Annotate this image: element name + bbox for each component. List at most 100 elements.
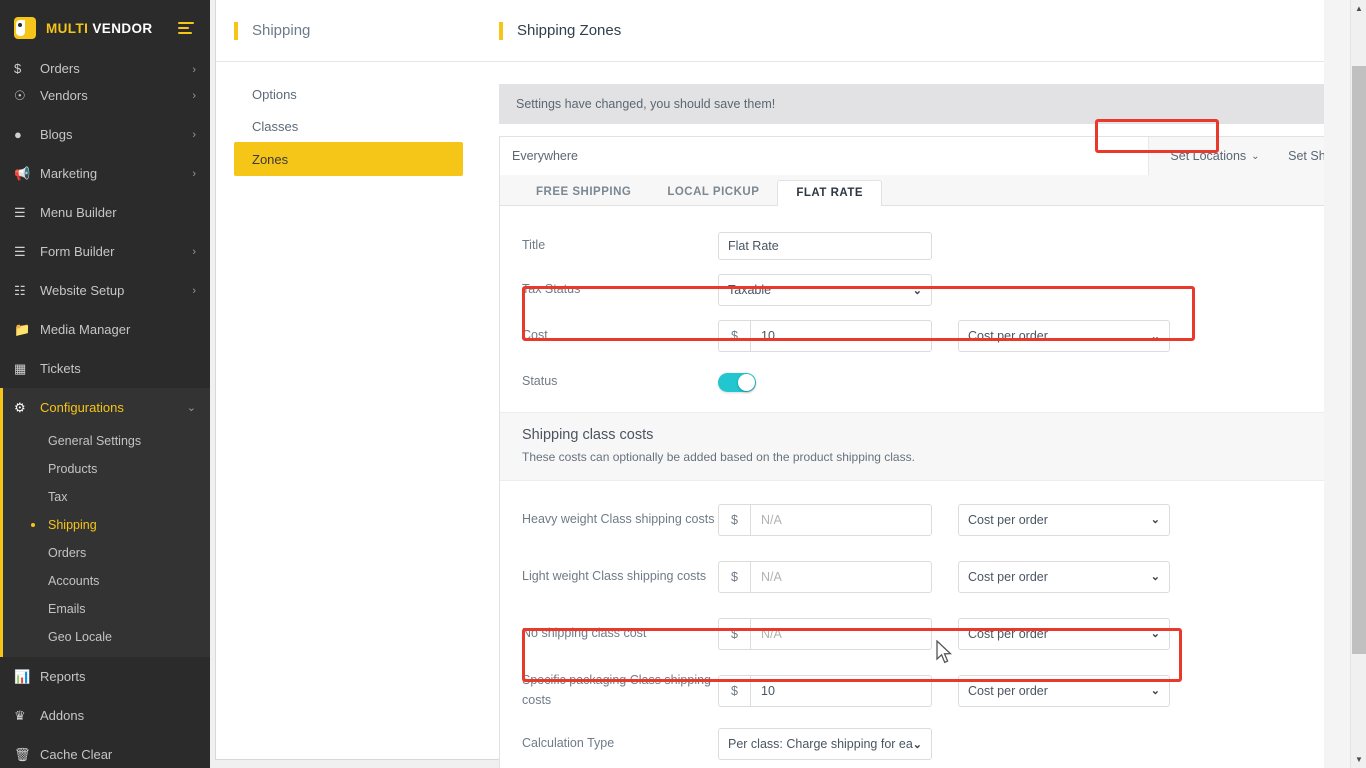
cost-label: Cost [522,326,718,345]
currency-prefix: $ [718,320,750,352]
sidebar-item-tax[interactable]: Tax [3,483,210,511]
table-row: Everywhere Set Locations ⌄ Set Shipping … [500,137,1366,175]
settings-changed-notice: Settings have changed, you should save t… [499,84,1366,124]
sidebar-item-accounts[interactable]: Accounts [3,567,210,595]
zones-panel: Settings have changed, you should save t… [481,62,1366,768]
specific-packaging-input[interactable]: 10 [750,675,932,707]
shipping-method-tabs: FREE SHIPPING LOCAL PICKUP FLAT RATE [499,175,1366,206]
settings-subnav-options[interactable]: Options [234,78,463,110]
sidebar-item-form-builder[interactable]: ☰ Form Builder › [0,232,210,271]
specific-packaging-unit-value: Cost per order [968,684,1048,698]
sidebar-item-blogs[interactable]: ● Blogs › [0,115,210,154]
title-input[interactable]: Flat Rate [718,232,932,260]
field-row-calculation-type: Calculation Type Per class: Charge shipp… [500,719,1366,768]
heavy-weight-unit-select[interactable]: Cost per order ⌄ [958,504,1170,536]
zone-name-input[interactable]: Everywhere [500,137,1149,175]
sidebar-item-cache-clear[interactable]: 🗑 Cache Clear [0,735,210,768]
sidebar-item-orders[interactable]: Orders [3,539,210,567]
sidebar-item-label: Website Setup [36,283,192,298]
brand-header: MULTI VENDOR [0,0,210,56]
cost-input[interactable]: 10 [750,320,932,352]
tax-status-select[interactable]: Taxable ⌄ [718,274,932,306]
scroll-up-icon[interactable]: ▲ [1351,0,1366,17]
shipping-class-costs-title: Shipping class costs [522,427,1366,443]
currency-prefix: $ [718,675,750,707]
megaphone-icon: 📢 [14,166,36,182]
sidebar-item-products[interactable]: Products [3,455,210,483]
no-shipping-class-unit-value: Cost per order [968,627,1048,641]
chevron-down-icon: ⌄ [187,401,196,414]
zone-table: Everywhere Set Locations ⌄ Set Shipping … [499,136,1366,175]
sidebar-item-label: Reports [36,669,196,684]
chevron-down-icon: ⌄ [1151,513,1160,526]
sidebar-item-label: Menu Builder [36,205,196,220]
field-row-light-weight-class: Light weight Class shipping costs $ N/A … [500,548,1366,605]
sidebar-item-orders-top[interactable]: $ Orders › [0,56,210,76]
calculation-type-select[interactable]: Per class: Charge shipping for each ⌄ [718,728,932,760]
no-shipping-class-unit-select[interactable]: Cost per order ⌄ [958,618,1170,650]
trash-icon: 🗑 [14,747,36,763]
tab-free-shipping[interactable]: FREE SHIPPING [518,180,649,205]
sidebar-item-configurations[interactable]: ⚙ Configurations ⌄ [3,388,210,427]
cost-unit-select[interactable]: Cost per order ⌄ [958,320,1170,352]
main-content: Shipping Shipping Zones ? Options Classe… [210,0,1366,768]
tax-status-value: Taxable [728,283,771,297]
settings-subnav-classes[interactable]: Classes [234,110,463,142]
menu-lines-icon: ☰ [14,205,36,221]
brand-name: MULTI VENDOR [46,21,153,36]
sidebar-item-addons[interactable]: ♛ Addons [0,696,210,735]
sidebar-subitem-label: Shipping [48,518,97,532]
light-weight-unit-value: Cost per order [968,570,1048,584]
calculation-type-value: Per class: Charge shipping for each [728,737,913,751]
sidebar-item-tickets[interactable]: ▦ Tickets [0,349,210,388]
status-toggle[interactable] [718,373,756,392]
sidebar-item-shipping[interactable]: Shipping [3,511,210,539]
currency-prefix: $ [718,504,750,536]
form-lines-icon: ☰ [14,244,36,260]
tab-label: FREE SHIPPING [536,186,631,198]
set-locations-button[interactable]: Set Locations ⌄ [1149,137,1281,175]
settings-subnav: Options Classes Zones [216,62,481,768]
chevron-down-icon: ⌄ [1151,627,1160,640]
calculation-type-label: Calculation Type [522,734,718,753]
scrollbar-thumb[interactable] [1352,66,1366,654]
status-label: Status [522,372,718,391]
sidebar-item-menu-builder[interactable]: ☰ Menu Builder [0,193,210,232]
puzzle-icon: ♛ [14,708,36,724]
menu-collapse-icon[interactable] [178,19,194,37]
tab-label: FLAT RATE [796,187,863,199]
settings-subnav-zones[interactable]: Zones [234,142,463,176]
user-circle-icon: ☉ [14,88,36,104]
sidebar-item-general-settings[interactable]: General Settings [3,427,210,455]
toggle-knob [738,374,755,391]
light-weight-input[interactable]: N/A [750,561,932,593]
page-title-shipping-zones: Shipping Zones [517,22,621,39]
settings-subnav-label: Zones [252,152,288,167]
light-weight-unit-select[interactable]: Cost per order ⌄ [958,561,1170,593]
sidebar-item-geo-locale[interactable]: Geo Locale [3,623,210,651]
specific-packaging-unit-select[interactable]: Cost per order ⌄ [958,675,1170,707]
zone-name-value: Everywhere [512,149,578,163]
sidebar-item-marketing[interactable]: 📢 Marketing › [0,154,210,193]
sidebar-item-website-setup[interactable]: ☷ Website Setup › [0,271,210,310]
sidebar-item-emails[interactable]: Emails [3,595,210,623]
tab-flat-rate[interactable]: FLAT RATE [777,180,882,206]
notice-text: Settings have changed, you should save t… [516,97,775,111]
page-header-left: Shipping [216,0,481,61]
heavy-weight-input[interactable]: N/A [750,504,932,536]
sidebar-item-media-manager[interactable]: 📁 Media Manager [0,310,210,349]
tab-local-pickup[interactable]: LOCAL PICKUP [649,180,777,205]
light-weight-placeholder: N/A [761,570,782,584]
specific-packaging-class-label: Specific packaging Class shipping costs [522,671,718,710]
sidebar-subitem-label: Orders [48,546,86,560]
sidebar-item-label: Form Builder [36,244,192,259]
chevron-down-icon: ⌄ [1151,570,1160,583]
page-scrollbar[interactable]: ▲ ▼ [1350,0,1366,768]
sidebar-item-vendors[interactable]: ☉ Vendors › [0,76,210,115]
sidebar-item-reports[interactable]: 📊 Reports [0,657,210,696]
light-weight-class-label: Light weight Class shipping costs [522,567,718,586]
scroll-down-icon[interactable]: ▼ [1351,751,1366,768]
no-shipping-class-input[interactable]: N/A [750,618,932,650]
sidebar-item-label: Cache Clear [36,747,196,762]
chevron-right-icon: › [192,129,196,141]
